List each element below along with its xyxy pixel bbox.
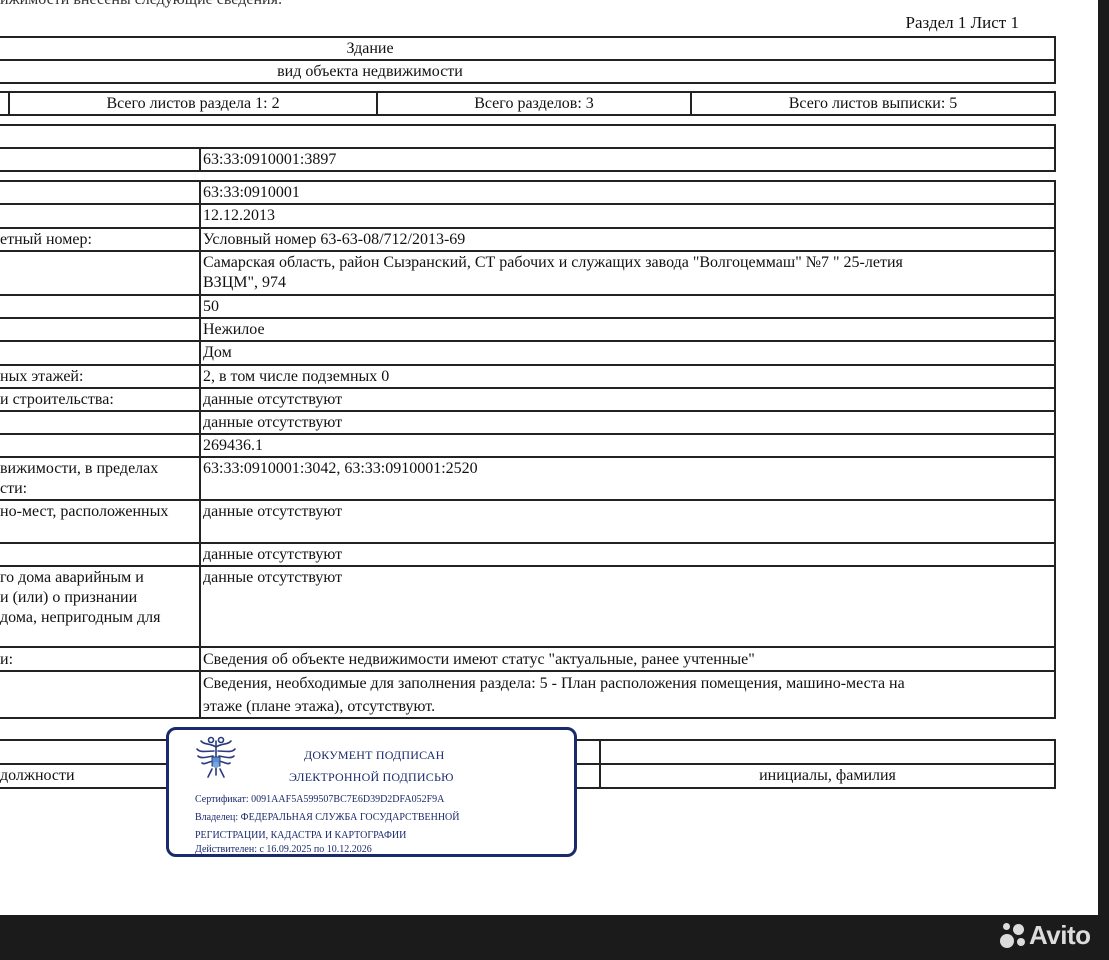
divider	[199, 147, 201, 172]
commissioning-year: данные отсутствуют	[203, 414, 343, 431]
row-divider	[0, 646, 1056, 648]
avito-logo-icon	[1000, 922, 1026, 949]
name: Дом	[203, 344, 232, 361]
row-label: сти:	[0, 480, 28, 497]
row-label: етный номер:	[0, 231, 92, 248]
row-label: дома, непригодным для	[0, 609, 161, 626]
row-label: вижимости, в пределах	[0, 460, 159, 477]
sheets-total: Всего листов выписки: 5	[788, 95, 958, 112]
row-divider	[0, 433, 1056, 435]
position-caption: должности	[0, 767, 75, 784]
object-type: Здание	[346, 40, 394, 57]
table-row	[0, 147, 1056, 172]
row-divider	[0, 456, 1056, 458]
row-label: ных этажей:	[0, 368, 84, 385]
validity: Действителен: с 16.09.2025 по 10.12.2026	[195, 844, 372, 855]
row-divider	[0, 250, 1056, 252]
document-page: ижимости внесены следующие сведения: Раз…	[0, 0, 1073, 915]
cadastral-value: 269436.1	[203, 437, 263, 454]
e-signature-stamp: ДОКУМЕНТ ПОДПИСАН ЭЛЕКТРОННОЙ ПОДПИСЬЮ С…	[166, 727, 577, 857]
row-label: и:	[0, 651, 14, 668]
object-type-caption: вид объекта недвижимости	[277, 63, 463, 80]
column-divider	[199, 180, 201, 719]
sheets-section: Всего листов раздела 1: 2	[106, 95, 280, 112]
avito-watermark: Avito	[1000, 918, 1091, 951]
row-divider	[0, 565, 1056, 567]
cut-header-text: ижимости внесены следующие сведения:	[0, 0, 282, 9]
quarter-number: 63:33:0910001	[203, 184, 300, 201]
empty-band	[0, 124, 1056, 149]
row-label: и (или) о признании	[0, 589, 138, 606]
divider	[0, 59, 1056, 61]
owner-line-2: РЕГИСТРАЦИИ, КАДАСТРА И КАРТОГРАФИИ	[195, 830, 407, 841]
row-divider	[0, 542, 1056, 544]
bottom-bar	[0, 915, 1109, 960]
cadastral-number: 63:33:0910001:3897	[203, 151, 337, 168]
assignment-date: 12.12.2013	[203, 207, 275, 224]
row-divider	[0, 387, 1056, 389]
row-divider	[0, 670, 1056, 672]
row-divider	[0, 410, 1056, 412]
conditional-number: Условный номер 63-63-08/712/2013-69	[203, 231, 466, 248]
section-note-line-2: этаже (плане этажа), отсутствуют.	[203, 698, 436, 715]
row-label: но-мест, расположенных	[0, 503, 169, 520]
row-divider	[0, 227, 1056, 229]
row-divider	[0, 203, 1056, 205]
construction-year: данные отсутствуют	[203, 391, 343, 408]
row-label: го дома аварийным и	[0, 569, 144, 586]
purpose: Нежилое	[203, 321, 265, 338]
area: 50	[203, 298, 219, 315]
emergency-status: данные отсутствуют	[203, 569, 343, 586]
row-label: и строительства:	[0, 391, 114, 408]
included-objects: данные отсутствуют	[203, 546, 343, 563]
row-divider	[0, 294, 1056, 296]
row-divider	[0, 364, 1056, 366]
address-line-1: Самарская область, район Сызранский, СТ …	[203, 254, 903, 271]
record-status: Сведения об объекте недвижимости имеют с…	[203, 651, 755, 668]
section-note-line-1: Сведения, необходимые для заполнения раз…	[203, 675, 905, 692]
stamp-line-1: ДОКУМЕНТ ПОДПИСАН	[304, 748, 445, 762]
premises: данные отсутствуют	[203, 503, 343, 520]
certificate: Сертификат: 0091AAF5A599507BC7E6D39D2DFA…	[195, 794, 445, 805]
section-label: Раздел 1 Лист 1	[905, 13, 1019, 32]
page-edge-shadow	[1098, 0, 1109, 915]
owner-line-1: Владелец: ФЕДЕРАЛЬНАЯ СЛУЖБА ГОСУДАРСТВЕ…	[195, 812, 460, 823]
floors: 2, в том числе подземных 0	[203, 368, 390, 385]
double-headed-eagle-icon	[196, 736, 236, 778]
row-divider	[0, 317, 1056, 319]
sections-total: Всего разделов: 3	[474, 95, 594, 112]
watermark-text: Avito	[1029, 919, 1091, 950]
name-caption: инициалы, фамилия	[759, 767, 896, 784]
land-parcels: 63:33:0910001:3042, 63:33:0910001:2520	[203, 460, 478, 477]
row-divider	[0, 340, 1056, 342]
address-line-2: ВЗЦМ", 974	[203, 274, 286, 291]
stamp-line-2: ЭЛЕКТРОННОЙ ПОДПИСЬЮ	[289, 770, 454, 784]
row-divider	[0, 499, 1056, 501]
